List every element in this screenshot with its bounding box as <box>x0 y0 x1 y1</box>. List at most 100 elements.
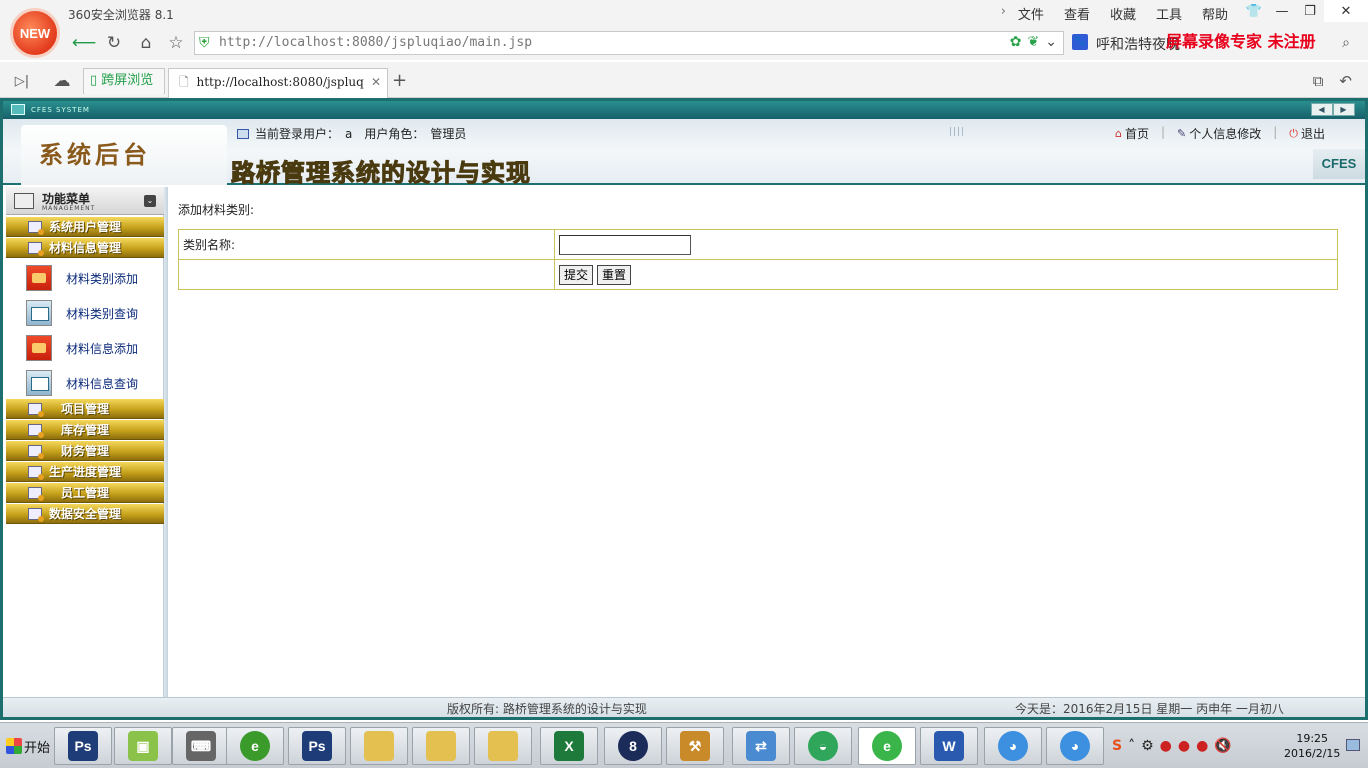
task-tools[interactable]: ⚒ <box>666 727 724 765</box>
refresh-icon[interactable]: ↻ <box>102 32 126 54</box>
sidebar-item-material-info-query[interactable]: 材料信息查询 <box>6 366 164 401</box>
sidebar-category-data-security[interactable]: 数据安全管理 <box>6 504 164 524</box>
sidebar-item-material-category-query[interactable]: 材料类别查询 <box>6 296 164 331</box>
browser-logo[interactable]: NEW <box>10 8 60 58</box>
task-dreamweaver[interactable]: e <box>226 727 284 765</box>
next-arrow-icon[interactable]: ▶ <box>1333 103 1355 116</box>
task-folder-3[interactable] <box>474 727 532 765</box>
collapse-icon[interactable]: ⌄ <box>144 195 156 207</box>
category-icon <box>28 403 44 417</box>
menu-favorites[interactable]: 收藏 <box>1110 4 1136 23</box>
sidebar-category-employees[interactable]: 员工管理 <box>6 483 164 503</box>
skin-icon[interactable]: 👕 <box>1240 0 1268 22</box>
menu-file[interactable]: 文件 <box>1018 4 1044 23</box>
home-link[interactable]: ⌂ 首页 <box>1115 125 1149 142</box>
task-excel[interactable]: X <box>540 727 598 765</box>
app-titlebar: CFES SYSTEM ◀ ▶ <box>3 101 1365 119</box>
menu-chevron-icon[interactable]: › <box>1001 4 1006 23</box>
task-network[interactable]: ⌨ <box>172 727 230 765</box>
form-row: 类别名称: <box>178 229 1338 260</box>
task-browser-ball[interactable]: ◒ <box>794 727 852 765</box>
copyright-text: 版权所有: 路桥管理系统的设计与实现 <box>447 702 647 716</box>
tray-expand-icon[interactable]: ˄ <box>1128 738 1135 754</box>
query-window-icon <box>26 300 52 326</box>
sidebar-toggle-icon[interactable]: ▷| <box>10 70 34 92</box>
tab-main[interactable]: 🗋 http://localhost:8080/jspluq ✕ <box>168 68 388 98</box>
sidebar-category-progress[interactable]: 生产进度管理 <box>6 462 164 482</box>
home-icon[interactable]: ⌂ <box>134 32 158 54</box>
logout-link[interactable]: ⏻ 退出 <box>1289 125 1325 142</box>
tray-device-icon[interactable]: ⚙ <box>1141 738 1154 754</box>
category-name-input[interactable] <box>559 234 691 255</box>
tab-list-icon[interactable]: ⧉ <box>1313 72 1324 90</box>
task-photoshop-2[interactable]: Ps <box>288 727 346 765</box>
search-icon[interactable]: ⌕ <box>1342 35 1350 51</box>
star-icon[interactable]: ☆ <box>164 32 188 54</box>
reset-button[interactable]: 重置 <box>597 264 632 285</box>
prev-arrow-icon[interactable]: ◀ <box>1311 103 1333 116</box>
sidebar-category-inventory[interactable]: 库存管理 <box>6 420 164 440</box>
browser-titlebar: 360安全浏览器 8.1 › 文件 查看 收藏 工具 帮助 👕 — ❐ ✕ <box>0 0 1368 28</box>
task-360-browser[interactable]: e <box>858 727 916 765</box>
menu-help[interactable]: 帮助 <box>1202 4 1228 23</box>
tab-close-icon[interactable]: ✕ <box>371 69 381 95</box>
volume-muted-icon[interactable]: 🔇 <box>1214 738 1231 754</box>
task-photoshop[interactable]: Ps <box>54 727 112 765</box>
dropdown-icon[interactable]: ⌄ <box>1045 34 1057 50</box>
sidebar-category-finance[interactable]: 财务管理 <box>6 441 164 461</box>
menu-tools[interactable]: 工具 <box>1156 4 1182 23</box>
today-text: 今天是：2016年2月15日 星期一 丙申年 一月初八 <box>1015 702 1284 716</box>
paw-icon[interactable]: 🐾 <box>1072 34 1088 50</box>
recorder-watermark: 屏幕录像专家 未注册 <box>1166 32 1316 51</box>
cloud-icon[interactable]: ☁ <box>50 70 74 92</box>
new-tab-icon[interactable]: + <box>392 70 407 91</box>
undo-close-icon[interactable]: ↶ <box>1339 72 1352 90</box>
task-qq-drop-2[interactable]: ◕ <box>1046 727 1104 765</box>
power-icon: ⏻ <box>1289 126 1298 140</box>
task-qq-drop-1[interactable]: ◕ <box>984 727 1042 765</box>
submit-button[interactable]: 提交 <box>559 264 594 285</box>
qq-icon[interactable]: ● <box>1196 738 1208 754</box>
show-desktop-icon[interactable] <box>1346 739 1360 751</box>
sidebar-category-materials[interactable]: 材料信息管理 <box>6 238 164 258</box>
sogou-icon[interactable]: S <box>1112 738 1122 754</box>
sidebar-category-system-users[interactable]: 系统用户管理 <box>6 217 164 237</box>
task-word[interactable]: W <box>920 727 978 765</box>
restore-button[interactable]: ❐ <box>1296 0 1324 22</box>
category-label: 库存管理 <box>60 423 109 437</box>
system-tray: S ˄ ⚙ ● ● ● 🔇 <box>1112 727 1232 765</box>
tab-cross-screen[interactable]: ▯ 跨屏浏览 <box>83 68 165 94</box>
tabbar-tools: ⧉ ↶ <box>1313 72 1352 90</box>
qq-icon[interactable]: ● <box>1178 738 1190 754</box>
role-label: 用户角色： <box>364 127 425 141</box>
word-icon: W <box>934 731 964 761</box>
sidebar-item-label: 材料类别添加 <box>66 272 139 286</box>
sidebar-item-material-info-add[interactable]: 材料信息添加 <box>6 331 164 366</box>
task-folder-2[interactable] <box>412 727 470 765</box>
task-folder-1[interactable] <box>350 727 408 765</box>
task-transfer[interactable]: ⇄ <box>732 727 790 765</box>
leaf-icon[interactable]: ❦ <box>1028 34 1040 50</box>
profile-link[interactable]: ✎ 个人信息修改 <box>1177 125 1261 142</box>
app-titlebar-text: CFES SYSTEM <box>31 106 90 114</box>
address-bar[interactable]: ⛨ ✿ ❦ ⌄ <box>194 31 1064 55</box>
task-eight[interactable]: 8 <box>604 727 662 765</box>
windows-flag-icon <box>6 738 22 754</box>
minimize-button[interactable]: — <box>1268 0 1296 22</box>
sidebar-category-projects[interactable]: 项目管理 <box>6 399 164 419</box>
add-form-icon <box>26 265 52 291</box>
task-android[interactable]: ▣ <box>114 727 172 765</box>
url-input[interactable] <box>219 32 979 54</box>
sidebar-item-material-category-add[interactable]: 材料类别添加 <box>6 261 164 296</box>
clock-date: 2016/2/15 <box>1284 747 1341 760</box>
start-label: 开始 <box>24 740 51 756</box>
back-icon[interactable]: ⟵ <box>72 32 96 54</box>
qq-icon[interactable]: ● <box>1160 738 1172 754</box>
close-button[interactable]: ✕ <box>1324 0 1368 22</box>
clock[interactable]: 19:25 2016/2/15 <box>1284 731 1340 761</box>
login-info: 当前登录用户： a 用户角色： 管理员 <box>237 125 466 142</box>
speed-icon[interactable]: ✿ <box>1010 34 1022 50</box>
start-button[interactable]: 开始 <box>2 733 54 759</box>
menu-view[interactable]: 查看 <box>1064 4 1090 23</box>
network-icon: ⌨ <box>186 731 216 761</box>
